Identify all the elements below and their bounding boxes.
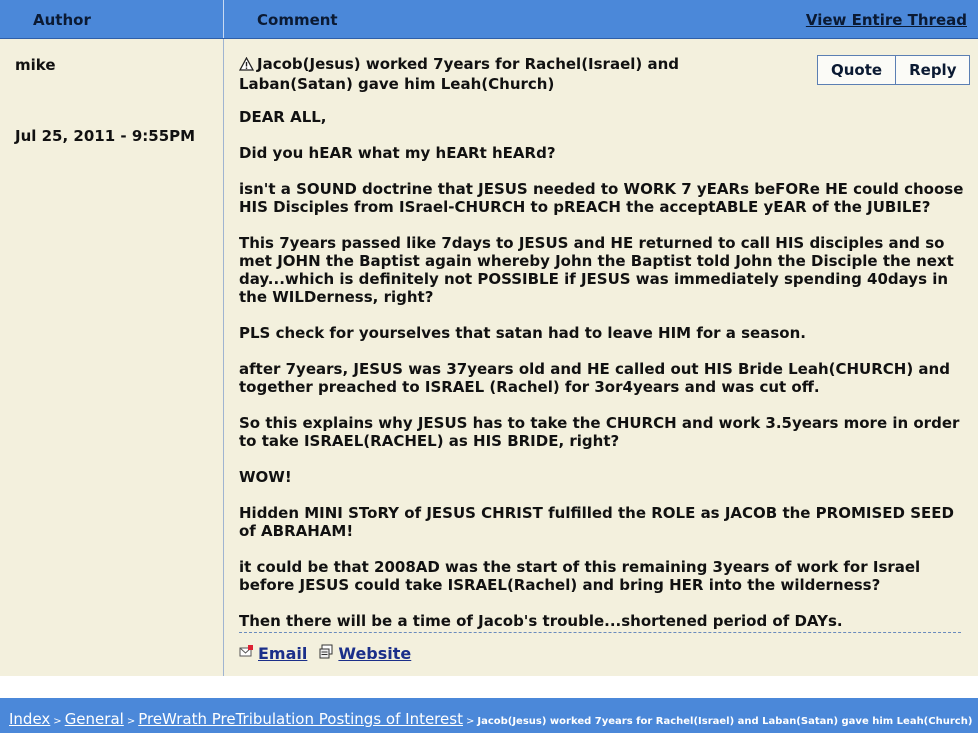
email-item: Email xyxy=(239,644,307,663)
breadcrumb-general[interactable]: General xyxy=(65,710,124,728)
author-name: mike xyxy=(15,56,56,74)
breadcrumb-bar: Index > General > PreWrath PreTribulation Po… xyxy=(0,698,978,733)
page-gap xyxy=(0,677,978,698)
view-entire-thread-link[interactable]: View Entire Thread xyxy=(806,0,967,38)
website-link[interactable]: Website xyxy=(338,644,411,663)
signature-divider xyxy=(239,632,961,633)
author-panel: mike Jul 25, 2011 - 9:55PM xyxy=(0,39,224,676)
breadcrumb: Index > General > PreWrath PreTribulation Po… xyxy=(9,698,972,733)
author-column-header: Author xyxy=(33,11,91,29)
post-paragraph: it could be that 2008AD was the start of… xyxy=(239,558,921,594)
breadcrumb-current: Jacob(Jesus) worked 7years for Rachel(Is… xyxy=(477,716,973,727)
breadcrumb-separator: > xyxy=(53,716,62,727)
post-title-text: Jacob(Jesus) worked 7years for Rachel(Is… xyxy=(239,55,680,93)
post-paragraph: Hidden MINI SToRY of JESUS CHRIST fulfil… xyxy=(239,504,954,540)
website-item: Website xyxy=(319,644,411,663)
website-icon xyxy=(319,644,334,663)
email-icon xyxy=(239,644,254,663)
contact-links: Email Website xyxy=(239,644,411,663)
warning-icon xyxy=(238,56,255,75)
post-actions: Quote Reply xyxy=(817,55,971,85)
breadcrumb-index[interactable]: Index xyxy=(9,710,50,728)
post-paragraph: Did you hEAR what my hEARt hEARd? xyxy=(239,144,556,162)
post-title: Jacob(Jesus) worked 7years for Rachel(Is… xyxy=(238,55,779,93)
post-paragraph: So this explains why JESUS has to take t… xyxy=(239,414,960,450)
comment-panel: Jacob(Jesus) worked 7years for Rachel(Is… xyxy=(224,39,978,676)
post-date: Jul 25, 2011 - 9:55PM xyxy=(15,127,196,145)
breadcrumb-forum[interactable]: PreWrath PreTribulation Postings of Inte… xyxy=(138,710,463,728)
comment-column-header: Comment xyxy=(257,11,338,29)
post-paragraph: PLS check for yourselves that satan had … xyxy=(239,324,806,342)
thread-header: Author Comment View Entire Thread xyxy=(0,0,978,39)
post-paragraph: after 7years, JESUS was 37years old and … xyxy=(239,360,950,396)
header-divider xyxy=(223,0,224,38)
reply-button[interactable]: Reply xyxy=(895,56,970,84)
post-paragraph: WOW! xyxy=(239,468,292,486)
post-paragraph: isn't a SOUND doctrine that JESUS needed… xyxy=(239,180,964,216)
post-paragraph: DEAR ALL, xyxy=(239,108,327,126)
post-body: DEAR ALL, Did you hEAR what my hEARt hEA… xyxy=(239,108,964,648)
quote-button[interactable]: Quote xyxy=(818,56,896,84)
breadcrumb-separator: > xyxy=(126,716,136,727)
email-link[interactable]: Email xyxy=(258,644,307,663)
post-paragraph: Then there will be a time of Jacob's tro… xyxy=(239,612,843,630)
post-paragraph: This 7years passed like 7days to JESUS a… xyxy=(239,234,954,306)
breadcrumb-separator: > xyxy=(465,716,475,727)
